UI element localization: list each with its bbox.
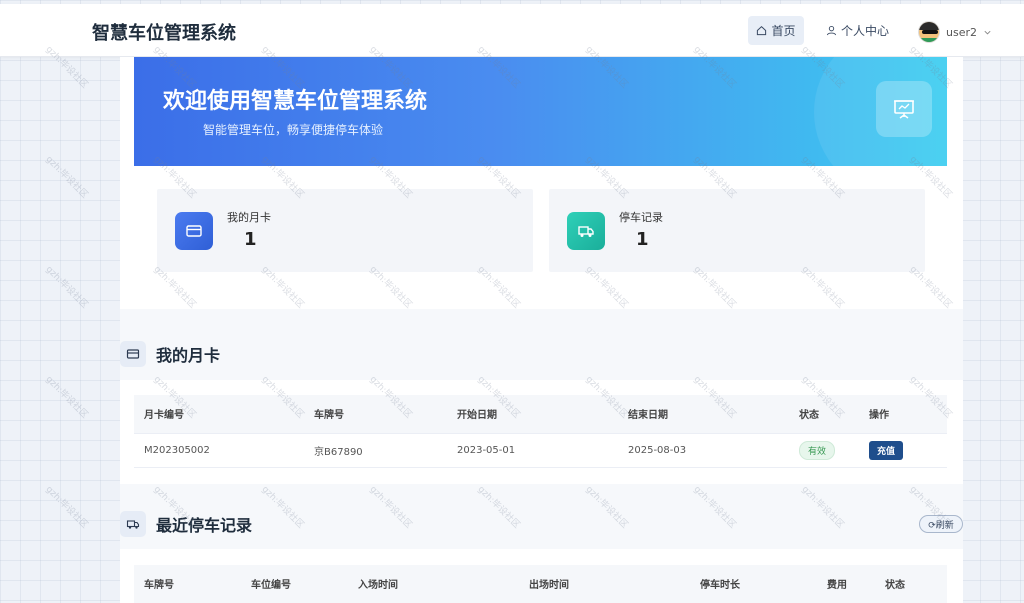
table-row: M202305002 京B67890 2023-05-01 2025-08-03… bbox=[134, 433, 947, 468]
card-icon bbox=[120, 341, 146, 367]
plate-number: 京B67890 bbox=[304, 433, 447, 468]
watermark-text: gzh:毕设社区 bbox=[43, 154, 90, 201]
nav-home-label: 首页 bbox=[771, 24, 796, 38]
monthly-table-card: 月卡编号 车牌号 开始日期 结束日期 状态 操作 M202305002 京B67… bbox=[120, 380, 963, 484]
banner-title: 欢迎使用智慧车位管理系统 bbox=[163, 89, 428, 114]
section-monthly-header: 我的月卡 bbox=[120, 341, 220, 367]
nav-profile-label: 个人中心 bbox=[841, 24, 890, 38]
records-table-card: 车牌号 车位编号 入场时间 出场时间 停车时长 费用 状态 bbox=[120, 549, 963, 603]
col-header: 操作 bbox=[859, 395, 947, 434]
user-icon bbox=[826, 26, 837, 36]
parking-records-table: 车牌号 车位编号 入场时间 出场时间 停车时长 费用 状态 bbox=[134, 565, 947, 603]
col-header: 入场时间 bbox=[348, 565, 519, 603]
username: user2 bbox=[946, 25, 977, 39]
section-title: 最近停车记录 bbox=[156, 516, 253, 535]
stat-label: 我的月卡 bbox=[227, 211, 271, 224]
banner-subtitle: 智能管理车位，畅享便捷停车体验 bbox=[203, 123, 384, 137]
home-icon bbox=[757, 25, 767, 36]
main-content: 欢迎使用智慧车位管理系统 智能管理车位，畅享便捷停车体验 我的月卡 1 停车记录… bbox=[120, 57, 963, 603]
user-menu[interactable]: user2 bbox=[918, 20, 992, 44]
nav-profile[interactable]: 个人中心 bbox=[826, 16, 889, 45]
section-title: 我的月卡 bbox=[156, 346, 221, 365]
watermark-text: gzh:毕设社区 bbox=[43, 374, 90, 421]
monthly-card-table: 月卡编号 车牌号 开始日期 结束日期 状态 操作 M202305002 京B67… bbox=[134, 395, 947, 468]
refresh-button[interactable]: ⟳刷新 bbox=[919, 515, 963, 533]
col-header: 费用 bbox=[817, 565, 875, 603]
stat-value: 1 bbox=[636, 229, 649, 250]
col-header: 车牌号 bbox=[304, 395, 447, 434]
nav-home[interactable]: 首页 bbox=[748, 16, 804, 45]
chevron-down-icon bbox=[984, 30, 991, 34]
col-header: 结束日期 bbox=[618, 395, 789, 434]
app-title: 智慧车位管理系统 bbox=[92, 23, 236, 44]
start-date: 2023-05-01 bbox=[447, 433, 618, 468]
col-header: 车牌号 bbox=[134, 565, 241, 603]
stat-parking-records[interactable]: 停车记录 1 bbox=[549, 189, 925, 272]
col-header: 开始日期 bbox=[447, 395, 618, 434]
avatar bbox=[918, 21, 940, 43]
card-icon bbox=[175, 212, 213, 250]
col-header: 状态 bbox=[789, 395, 859, 434]
section-records-header: 最近停车记录 bbox=[120, 511, 252, 537]
status-cell: 有效 bbox=[789, 433, 859, 468]
action-cell: 充值 bbox=[859, 433, 947, 468]
recharge-button[interactable]: 充值 bbox=[869, 440, 904, 460]
stat-value: 1 bbox=[244, 229, 257, 250]
card-id: M202305002 bbox=[134, 433, 304, 468]
stat-monthly-card[interactable]: 我的月卡 1 bbox=[157, 189, 533, 272]
col-header: 月卡编号 bbox=[134, 395, 304, 434]
welcome-banner: 欢迎使用智慧车位管理系统 智能管理车位，畅享便捷停车体验 bbox=[134, 57, 947, 166]
truck-icon bbox=[120, 511, 146, 537]
stat-label: 停车记录 bbox=[619, 211, 663, 224]
status-badge: 有效 bbox=[799, 440, 836, 460]
col-header: 状态 bbox=[875, 565, 947, 603]
end-date: 2025-08-03 bbox=[618, 433, 789, 468]
presentation-icon bbox=[876, 81, 932, 137]
watermark-text: gzh:毕设社区 bbox=[43, 264, 90, 311]
table-header-row: 车牌号 车位编号 入场时间 出场时间 停车时长 费用 状态 bbox=[134, 565, 947, 603]
top-navbar: 智慧车位管理系统 首页 个人中心 user2 bbox=[0, 4, 1024, 57]
table-header-row: 月卡编号 车牌号 开始日期 结束日期 状态 操作 bbox=[134, 395, 947, 434]
truck-icon bbox=[567, 212, 605, 250]
col-header: 停车时长 bbox=[690, 565, 817, 603]
dashboard-card: 欢迎使用智慧车位管理系统 智能管理车位，畅享便捷停车体验 我的月卡 1 停车记录… bbox=[120, 57, 963, 309]
watermark-text: gzh:毕设社区 bbox=[43, 484, 90, 531]
col-header: 车位编号 bbox=[241, 565, 348, 603]
col-header: 出场时间 bbox=[519, 565, 690, 603]
